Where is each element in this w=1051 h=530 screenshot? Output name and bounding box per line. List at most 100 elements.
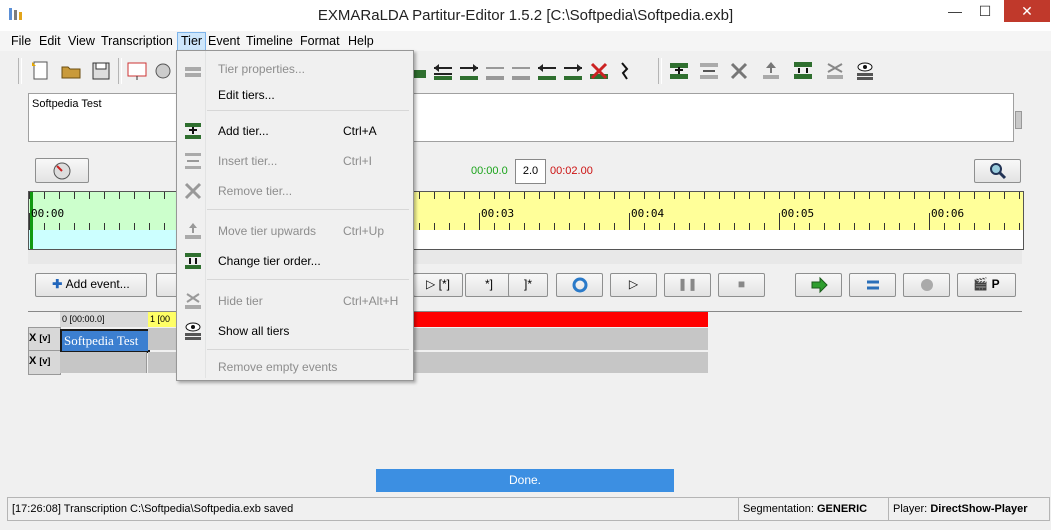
menu-bar: File Edit View Transcription Tier Event … <box>0 31 1051 51</box>
menu-item-tier-properties[interactable]: Tier properties... <box>177 58 413 80</box>
timeline-tick <box>149 192 150 199</box>
menu-item-move-tier-up[interactable]: Move tier upwards Ctrl+Up <box>177 220 413 242</box>
add-tier-icon[interactable] <box>668 60 690 82</box>
settings-icon[interactable] <box>152 60 174 82</box>
extend-left-icon[interactable] <box>536 60 558 82</box>
timeline-tick <box>29 192 30 199</box>
sync-button[interactable] <box>849 273 896 297</box>
menu-edit[interactable]: Edit <box>36 33 64 50</box>
timeline-tick <box>764 192 765 199</box>
menu-format[interactable]: Format <box>297 33 343 50</box>
timeline-tick <box>449 223 450 230</box>
search-button[interactable] <box>974 159 1021 183</box>
timeline-tick <box>974 223 975 230</box>
menu-event[interactable]: Event <box>205 33 243 50</box>
timeline-tick <box>74 223 75 230</box>
tier-label-1[interactable]: X [v] <box>28 327 61 352</box>
change-tier-order-icon[interactable] <box>792 60 814 82</box>
move-tier-up-icon[interactable] <box>760 60 782 82</box>
timeline-tick <box>599 192 600 199</box>
timeline-tick <box>899 223 900 230</box>
timeline-tick <box>584 192 585 199</box>
timeline-tick <box>659 223 660 230</box>
new-file-icon[interactable] <box>30 60 52 82</box>
menu-item-remove-empty-events[interactable]: Remove empty events <box>177 356 413 378</box>
timeline-tick <box>854 223 855 230</box>
extend-right-icon[interactable] <box>562 60 584 82</box>
star-bracket-button[interactable]: *] <box>465 273 513 297</box>
loop-button[interactable] <box>556 273 603 297</box>
insert-tier-icon[interactable] <box>698 60 720 82</box>
menu-view[interactable]: View <box>65 33 98 50</box>
tier-label-2[interactable]: X [v] <box>28 350 61 375</box>
timeline-tick <box>464 192 465 199</box>
sync-icon <box>866 280 879 290</box>
menu-item-edit-tiers[interactable]: Edit tiers... <box>177 84 413 106</box>
close-star-button[interactable]: ]* <box>508 273 548 297</box>
compass-icon <box>53 162 71 180</box>
maximize-button[interactable]: ☐ <box>970 0 1000 22</box>
play-selection-button[interactable] <box>156 273 178 297</box>
timeline-tick <box>914 192 915 199</box>
pause-button[interactable]: ❚❚ <box>664 273 711 297</box>
zoom-reset-button[interactable] <box>35 158 89 183</box>
menu-tier[interactable]: Tier <box>177 32 207 51</box>
menu-item-change-tier-order[interactable]: Change tier order... <box>177 250 413 272</box>
present-icon[interactable] <box>126 60 148 82</box>
stop-button[interactable]: ■ <box>718 273 765 297</box>
timeline-tick <box>479 213 480 230</box>
menu-item-label: Move tier upwards <box>218 224 317 238</box>
open-folder-icon[interactable] <box>60 60 82 82</box>
menu-item-add-tier[interactable]: Add tier... Ctrl+A <box>177 120 413 142</box>
play-button[interactable]: ▷ <box>610 273 657 297</box>
menu-item-shortcut: Ctrl+I <box>343 154 373 168</box>
hide-tier-icon[interactable] <box>824 60 846 82</box>
save-icon[interactable] <box>90 60 112 82</box>
timeline-tick <box>74 192 75 199</box>
record-button[interactable] <box>903 273 950 297</box>
pause-icon: ❚❚ <box>677 277 698 291</box>
menu-timeline[interactable]: Timeline <box>243 33 296 50</box>
text-panel-scrollbar[interactable] <box>1014 93 1022 140</box>
menu-item-insert-tier[interactable]: Insert tier... Ctrl+I <box>177 150 413 172</box>
minimize-button[interactable]: — <box>940 0 970 22</box>
step-input[interactable]: 2.0 <box>515 159 546 184</box>
shift-right-icon[interactable] <box>510 60 532 82</box>
menu-item-remove-tier[interactable]: Remove tier... <box>177 180 413 202</box>
merge-left-icon[interactable] <box>432 60 454 82</box>
timeline-tick <box>614 223 615 230</box>
timeline-tick <box>629 213 630 230</box>
event-cell[interactable] <box>60 352 147 373</box>
timeline-tick <box>929 213 930 230</box>
partitur-button[interactable]: 🎬 P <box>957 273 1016 297</box>
loop-icon <box>572 277 587 293</box>
plus-icon: ✚ <box>52 277 66 291</box>
menu-item-label: Add tier... <box>218 124 269 138</box>
close-button[interactable]: ✕ <box>1004 0 1050 22</box>
menu-file[interactable]: File <box>8 33 34 50</box>
menu-item-hide-tier[interactable]: Hide tier Ctrl+Alt+H <box>177 290 413 312</box>
timeline-tick <box>59 223 60 230</box>
toolbar-separator <box>658 58 662 84</box>
remove-tier-icon[interactable] <box>728 60 750 82</box>
menu-help[interactable]: Help <box>345 33 377 50</box>
menu-item-label: Hide tier <box>218 294 263 308</box>
event-cell-selected[interactable]: Softpedia Test <box>60 329 150 353</box>
menu-transcription[interactable]: Transcription <box>98 33 176 50</box>
insert-bracket-star-button[interactable]: ▷ [*] <box>413 273 463 297</box>
arrow-right-icon <box>811 276 828 294</box>
timeline-tick <box>524 192 525 199</box>
end-time: 00:02.00 <box>550 165 593 177</box>
split-icon[interactable] <box>458 60 480 82</box>
segmentation-status: Segmentation: GENERIC <box>738 497 890 521</box>
shift-icon[interactable] <box>484 60 506 82</box>
pause-icon[interactable] <box>614 60 636 82</box>
next-button[interactable] <box>795 273 842 297</box>
search-icon <box>989 163 1006 180</box>
tier-v: [v] <box>39 356 51 366</box>
menu-item-show-all-tiers[interactable]: Show all tiers <box>177 320 413 342</box>
menu-item-label: Remove tier... <box>218 184 293 198</box>
add-event-button[interactable]: ✚ Add event... <box>35 273 147 297</box>
show-tiers-icon[interactable] <box>854 60 876 82</box>
delete-event-icon[interactable] <box>588 60 610 82</box>
